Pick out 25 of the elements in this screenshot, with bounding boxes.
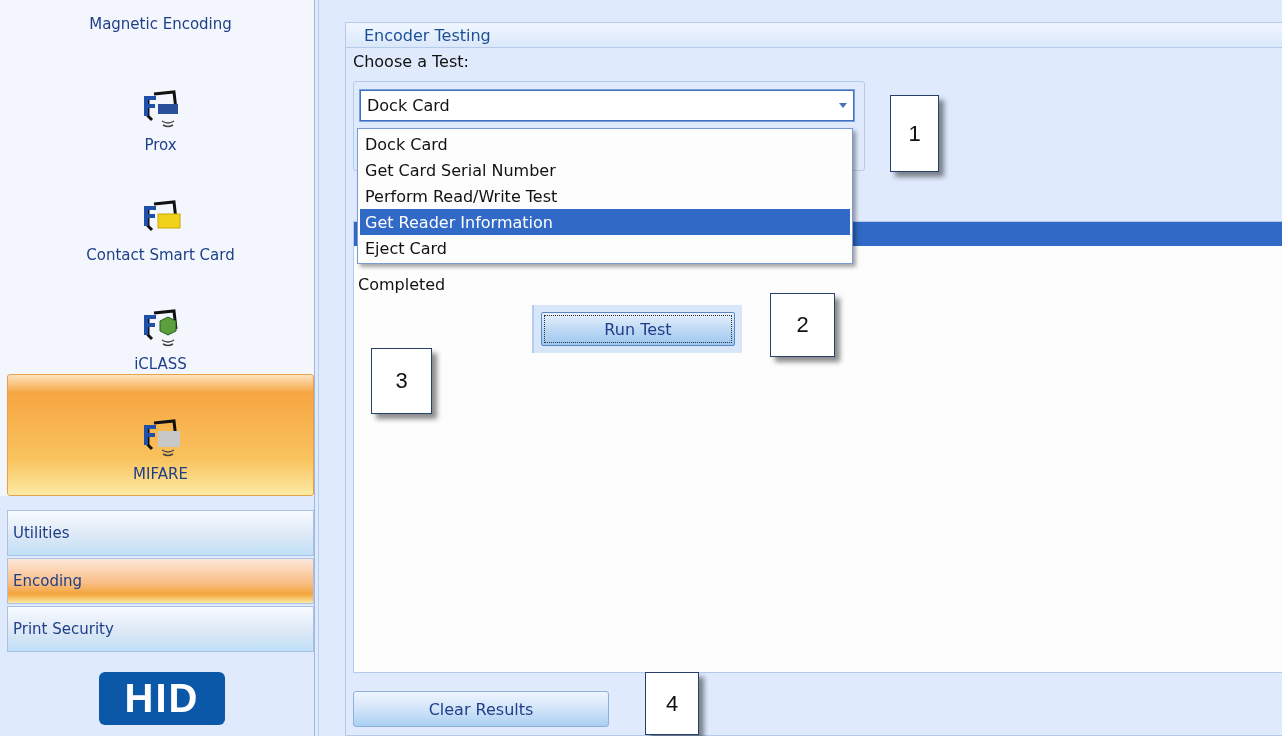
field-label: Choose a Test: bbox=[352, 51, 470, 71]
callout-label: 2 bbox=[770, 293, 835, 357]
section-button[interactable]: Utilities bbox=[7, 510, 314, 556]
section-button[interactable]: Print Security bbox=[7, 606, 314, 652]
callout-label: 4 bbox=[645, 672, 699, 735]
sidebar-item[interactable]: MIFARE bbox=[7, 374, 314, 496]
group-title: Encoder Testing bbox=[346, 23, 1282, 48]
clear-results-button[interactable]: Clear Results bbox=[353, 691, 609, 727]
test-dropdown[interactable]: Dock Card bbox=[360, 90, 854, 121]
dropdown-option[interactable]: Get Card Serial Number bbox=[360, 157, 850, 183]
sidebar-item[interactable]: Contact Smart Card bbox=[7, 155, 314, 265]
caret-icon bbox=[839, 103, 847, 108]
dropdown-option[interactable]: Get Reader Information bbox=[360, 209, 850, 235]
sidebar-item[interactable]: Prox bbox=[7, 45, 314, 155]
dropdown-option[interactable]: Eject Card bbox=[360, 235, 850, 261]
callout-label: 3 bbox=[371, 348, 432, 414]
sidebar-item[interactable]: iCLASS bbox=[7, 264, 314, 375]
sidebar-item[interactable]: Magnetic Encoding bbox=[7, 14, 314, 46]
result-line: Completed bbox=[357, 274, 447, 296]
dropdown-option[interactable]: Perform Read/Write Test bbox=[360, 183, 850, 209]
section-button[interactable]: Encoding bbox=[7, 558, 314, 604]
logo: HID bbox=[98, 672, 226, 725]
callout-label: 1 bbox=[890, 95, 939, 172]
run-test-button[interactable]: Run Test bbox=[541, 312, 735, 346]
dropdown-option[interactable]: Dock Card bbox=[360, 131, 850, 157]
